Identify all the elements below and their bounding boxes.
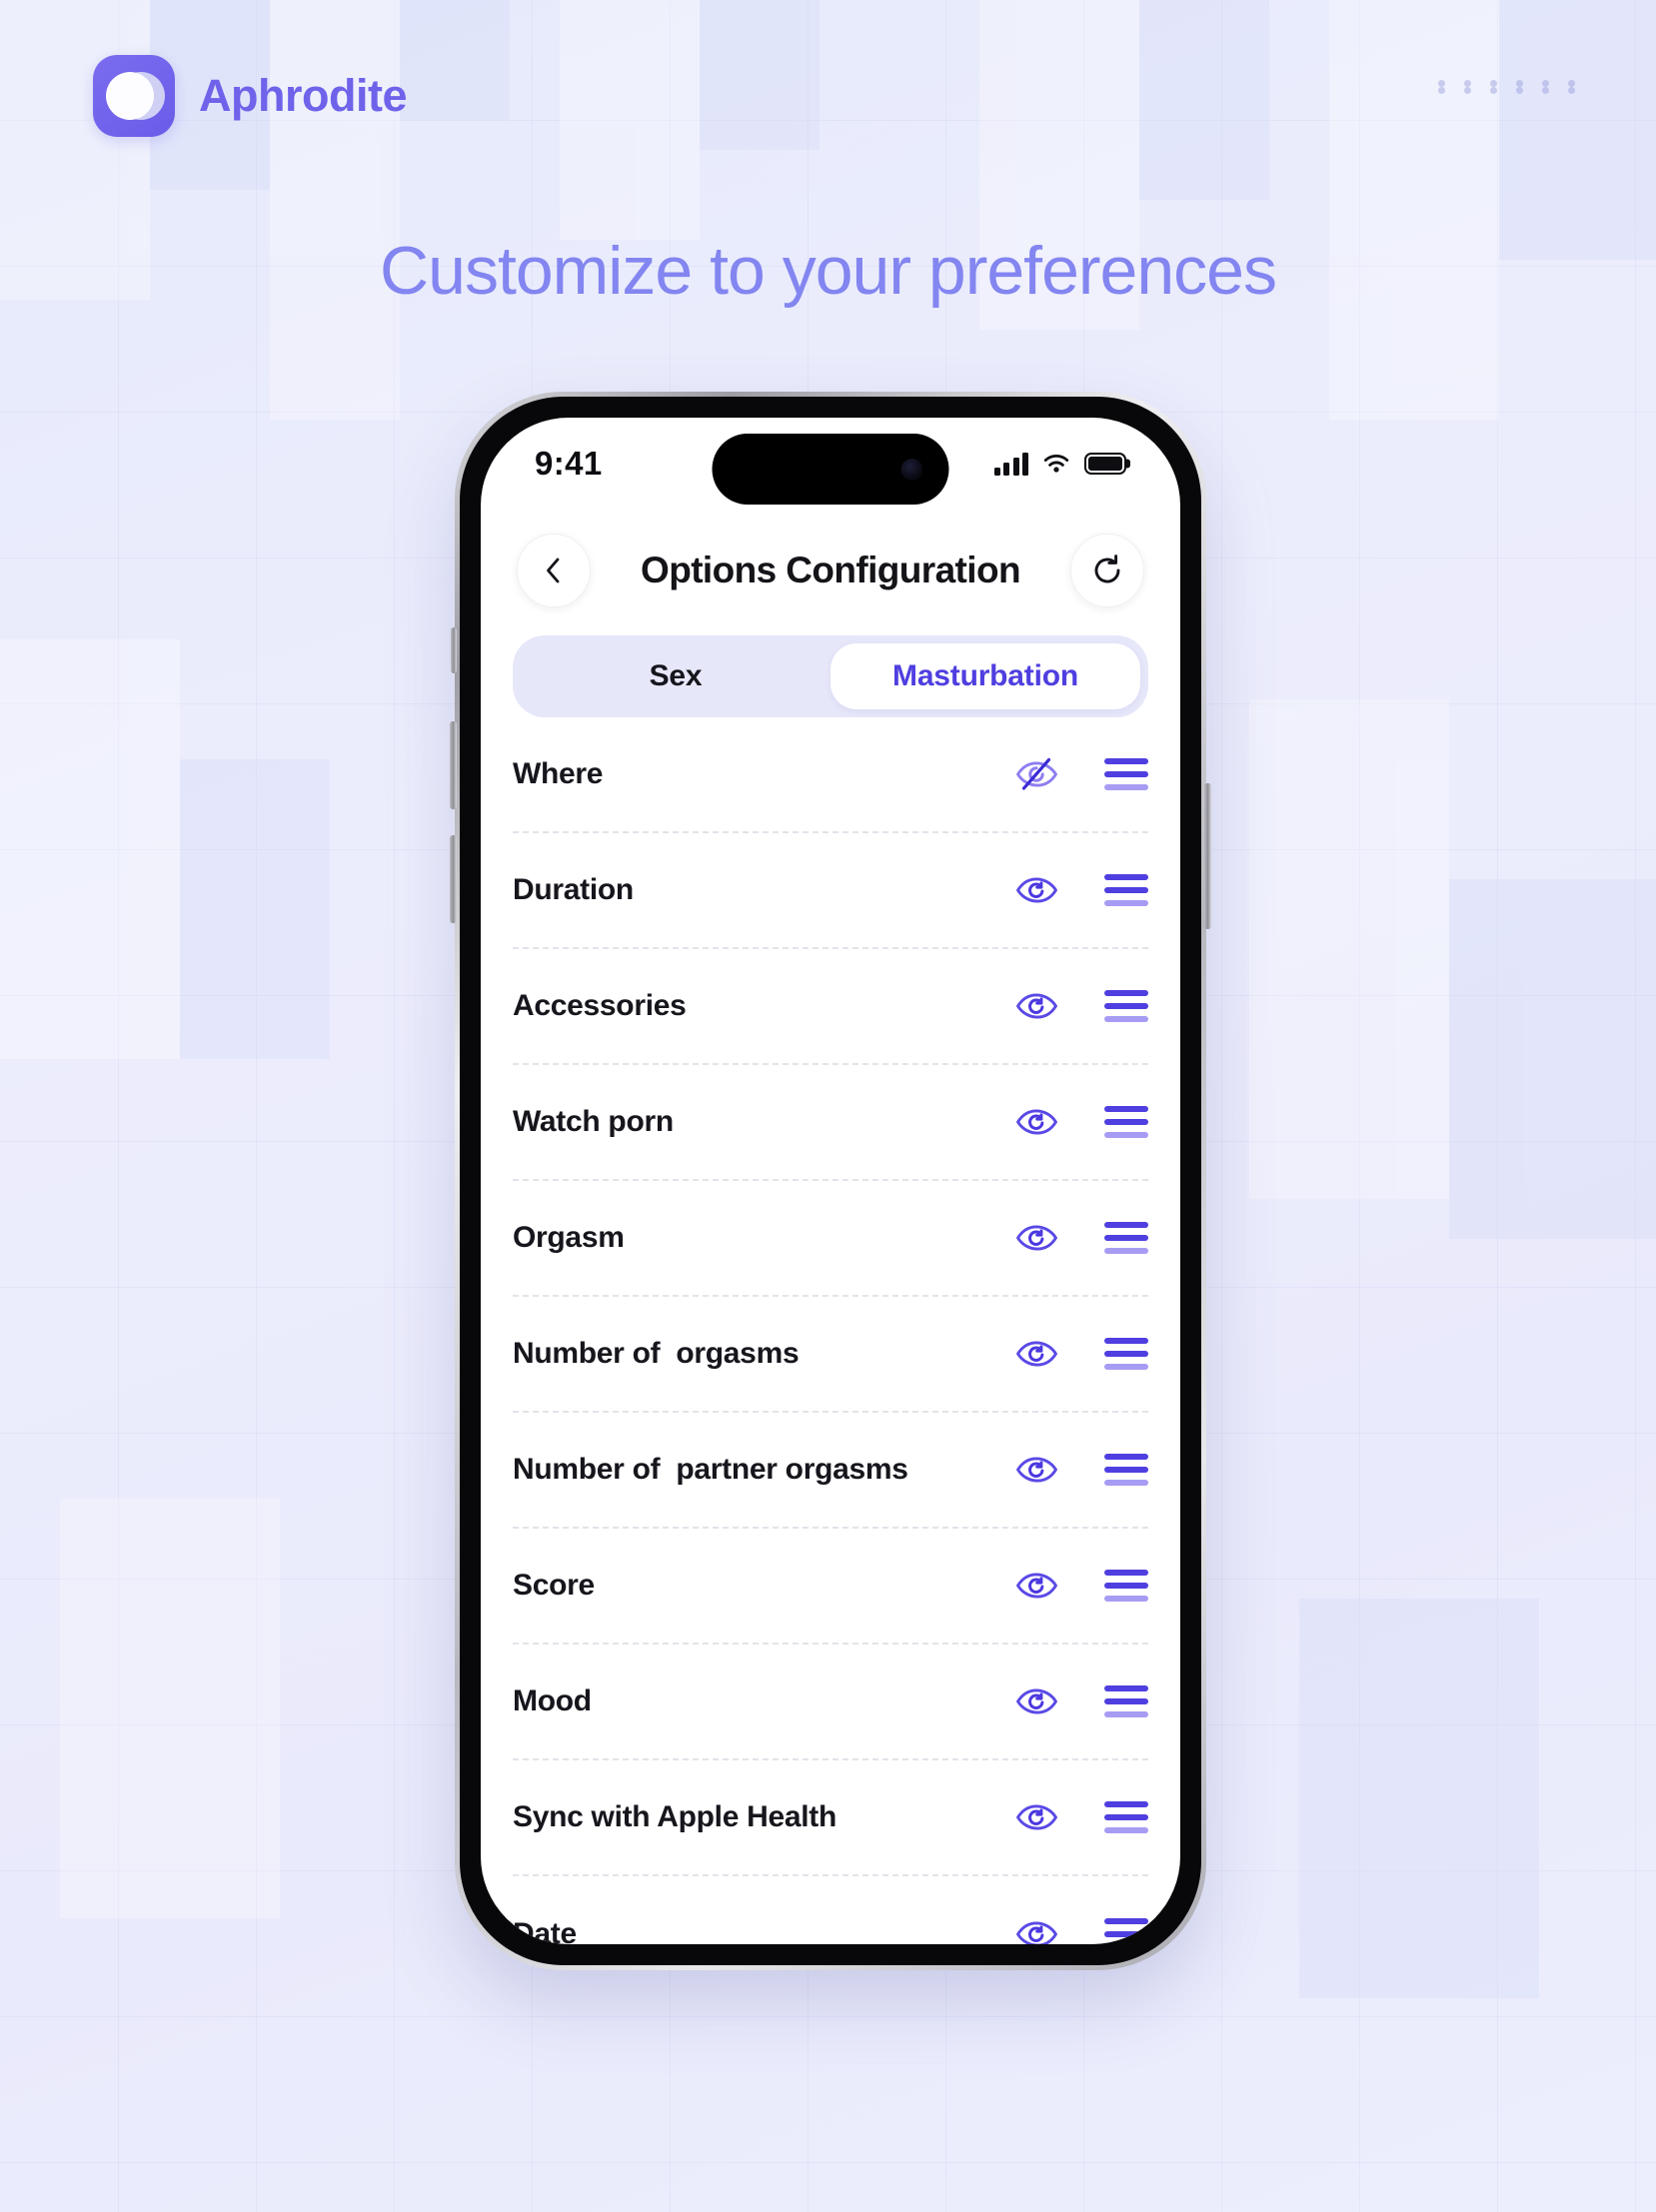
app-navigation-bar: Options Configuration — [481, 510, 1180, 625]
drag-handle-icon[interactable] — [1104, 1801, 1148, 1833]
drag-handle-icon[interactable] — [1104, 874, 1148, 906]
visibility-toggle[interactable] — [1015, 1449, 1057, 1491]
option-actions — [1015, 985, 1148, 1027]
option-label: Accessories — [513, 989, 687, 1022]
moon-logo-icon — [93, 55, 175, 137]
visibility-toggle[interactable] — [1015, 985, 1057, 1027]
option-actions — [1015, 1680, 1148, 1722]
drag-handle-icon[interactable] — [1104, 990, 1148, 1022]
options-list: Where Duration Accessories Watch porn Orgasm… — [481, 717, 1180, 1944]
wifi-icon — [1043, 455, 1069, 473]
option-actions — [1015, 869, 1148, 911]
refresh-button[interactable] — [1070, 534, 1144, 607]
eye-icon — [1016, 1688, 1057, 1714]
drag-handle-icon[interactable] — [1104, 758, 1148, 790]
screen-title: Options Configuration — [641, 550, 1021, 590]
option-label: Where — [513, 757, 604, 790]
eye-icon — [1016, 993, 1057, 1019]
visibility-toggle[interactable] — [1015, 1796, 1057, 1838]
option-actions — [1015, 753, 1148, 795]
refresh-icon — [1094, 554, 1120, 583]
eye-icon — [1016, 877, 1057, 903]
option-label: Watch porn — [513, 1105, 674, 1138]
visibility-toggle[interactable] — [1015, 1565, 1057, 1607]
eye-off-icon — [1016, 757, 1057, 790]
drag-handle-icon[interactable] — [1104, 1685, 1148, 1717]
option-row[interactable]: Watch porn — [513, 1065, 1148, 1181]
option-actions — [1015, 1217, 1148, 1259]
option-label: Duration — [513, 873, 634, 906]
status-bar: 9:41 — [481, 418, 1180, 510]
tab-masturbation[interactable]: Masturbation — [830, 643, 1140, 709]
page-title: Customize to your preferences — [380, 233, 1277, 309]
visibility-toggle[interactable] — [1015, 1333, 1057, 1375]
chevron-left-icon — [547, 557, 560, 583]
segmented-control: Sex Masturbation — [513, 635, 1148, 717]
volume-down-button[interactable] — [450, 835, 457, 923]
phone-screen: 9:41 Options Configuration Sex Masturbat… — [481, 418, 1180, 1944]
option-label: Number of orgasms — [513, 1337, 800, 1370]
option-label: Number of partner orgasms — [513, 1453, 908, 1486]
option-row[interactable]: Number of orgasms — [513, 1297, 1148, 1413]
option-row[interactable]: Score — [513, 1529, 1148, 1645]
volume-up-button[interactable] — [450, 721, 457, 809]
battery-full-icon — [1084, 453, 1126, 475]
option-row[interactable]: Date — [513, 1876, 1148, 1944]
drag-handle-icon[interactable] — [1104, 1570, 1148, 1602]
eye-icon — [1016, 1109, 1057, 1135]
option-row[interactable]: Sync with Apple Health — [513, 1760, 1148, 1876]
dot-grid-icon — [1438, 80, 1594, 94]
option-actions — [1015, 1333, 1148, 1375]
eye-icon — [1016, 1225, 1057, 1251]
status-bar-indicators — [993, 452, 1126, 476]
drag-handle-icon[interactable] — [1104, 1222, 1148, 1254]
option-row[interactable]: Number of partner orgasms — [513, 1413, 1148, 1529]
option-row[interactable]: Mood — [513, 1645, 1148, 1760]
option-row[interactable]: Orgasm — [513, 1181, 1148, 1297]
front-camera-icon — [900, 458, 923, 481]
eye-icon — [1016, 1921, 1057, 1944]
drag-handle-icon[interactable] — [1104, 1454, 1148, 1486]
option-actions — [1015, 1565, 1148, 1607]
drag-handle-icon[interactable] — [1104, 1338, 1148, 1370]
drag-handle-icon[interactable] — [1104, 1106, 1148, 1138]
option-row[interactable]: Duration — [513, 833, 1148, 949]
option-row[interactable]: Accessories — [513, 949, 1148, 1065]
option-actions — [1015, 1796, 1148, 1838]
brand-header: Aphrodite — [93, 55, 407, 137]
silent-switch[interactable] — [451, 627, 457, 673]
back-button[interactable] — [517, 534, 591, 607]
option-label: Mood — [513, 1684, 592, 1717]
option-label: Sync with Apple Health — [513, 1800, 837, 1833]
brand-name: Aphrodite — [199, 70, 407, 121]
drag-handle-icon[interactable] — [1104, 1918, 1148, 1944]
option-row[interactable]: Where — [513, 717, 1148, 833]
option-label: Score — [513, 1569, 595, 1602]
visibility-toggle[interactable] — [1015, 753, 1057, 795]
visibility-toggle[interactable] — [1015, 1101, 1057, 1143]
visibility-toggle[interactable] — [1015, 1217, 1057, 1259]
option-actions — [1015, 1101, 1148, 1143]
eye-icon — [1016, 1341, 1057, 1367]
visibility-toggle[interactable] — [1015, 1680, 1057, 1722]
eye-icon — [1016, 1804, 1057, 1830]
tab-sex[interactable]: Sex — [521, 643, 830, 709]
visibility-toggle[interactable] — [1015, 1913, 1057, 1944]
signal-bars-icon — [993, 452, 1028, 476]
option-label: Date — [513, 1917, 577, 1944]
phone-mockup: 9:41 Options Configuration Sex Masturbat… — [450, 392, 1211, 1970]
power-button[interactable] — [1204, 783, 1211, 929]
option-actions — [1015, 1913, 1148, 1944]
eye-icon — [1016, 1573, 1057, 1599]
option-label: Orgasm — [513, 1221, 625, 1254]
option-actions — [1015, 1449, 1148, 1491]
visibility-toggle[interactable] — [1015, 869, 1057, 911]
dynamic-island — [712, 434, 949, 505]
status-bar-time: 9:41 — [535, 445, 603, 482]
eye-icon — [1016, 1457, 1057, 1483]
